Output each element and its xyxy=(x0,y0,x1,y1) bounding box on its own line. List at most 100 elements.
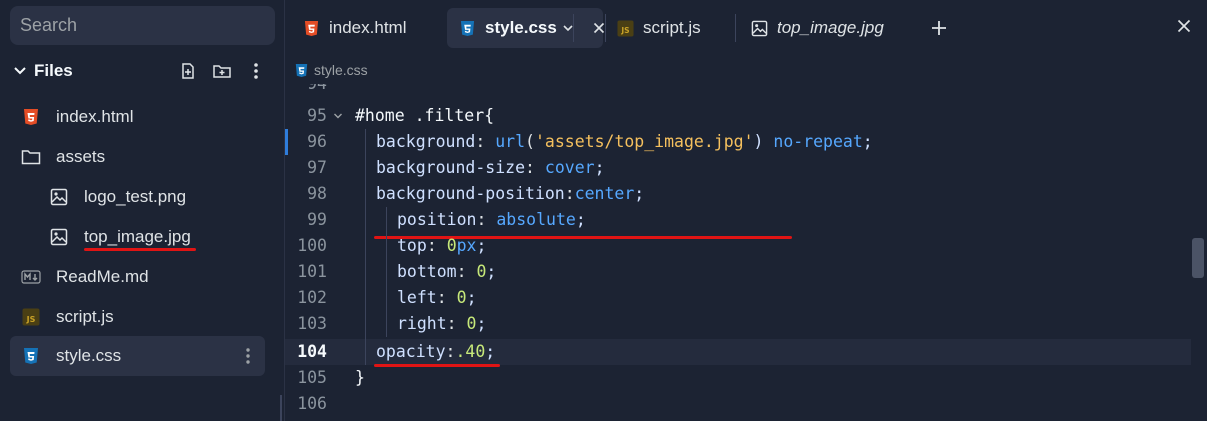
files-title: Files xyxy=(34,61,73,80)
tree-item-readme-md[interactable]: ReadMe.md xyxy=(10,257,265,297)
tree-item-top-image-jpg[interactable]: top_image.jpg xyxy=(10,217,265,257)
js-icon: JS xyxy=(615,18,635,38)
files-section-header[interactable]: Files xyxy=(10,56,270,86)
code-text: opacity:.40; xyxy=(376,342,496,361)
tab-divider xyxy=(573,14,574,42)
code-line-current: 104 opacity:.40; xyxy=(285,339,1191,365)
code-line: 105 } xyxy=(285,365,1207,391)
resize-handle[interactable] xyxy=(280,395,282,421)
code-line: 97 background-size: cover; xyxy=(285,155,1207,181)
code-line: 103 right: 0; xyxy=(285,311,1207,337)
line-number: 102 xyxy=(297,288,327,307)
tree-item-script-js[interactable]: JS script.js xyxy=(10,297,265,337)
line-number: 106 xyxy=(297,394,327,413)
image-icon xyxy=(48,226,70,248)
code-text: left: 0; xyxy=(397,288,477,307)
tab-script-js[interactable]: JS script.js xyxy=(605,8,711,48)
image-icon xyxy=(48,186,70,208)
code-line: 102 left: 0; xyxy=(285,285,1207,311)
vertical-scrollbar-thumb[interactable] xyxy=(1192,238,1204,278)
code-line: 95 #home .filter{ xyxy=(285,103,1207,129)
code-line: 98 background-position:center; xyxy=(285,181,1207,207)
code-line: 106 xyxy=(285,391,1207,417)
pane-close-button[interactable] xyxy=(1172,14,1196,38)
tab-label: style.css xyxy=(485,18,557,37)
tab-divider xyxy=(735,14,736,42)
code-text: } xyxy=(355,368,365,387)
tab-style-css[interactable]: style.css xyxy=(447,8,603,48)
code-line: 99 position: absolute; xyxy=(285,207,1207,233)
code-text: #home .filter{ xyxy=(355,106,495,125)
tree-item-style-css[interactable]: style.css xyxy=(10,336,265,376)
code-line: 94 xyxy=(285,84,1207,97)
line-number: 95 xyxy=(307,106,327,125)
tab-label: script.js xyxy=(643,18,701,37)
code-text: top: 0px; xyxy=(397,236,487,255)
chevron-down-icon[interactable] xyxy=(333,111,343,121)
tree-item-logo-test-png[interactable]: logo_test.png xyxy=(10,177,265,217)
line-number: 98 xyxy=(307,184,327,203)
indent-guide xyxy=(386,207,387,337)
tree-item-index-html[interactable]: index.html xyxy=(10,97,265,137)
tab-top-image-jpg[interactable]: top_image.jpg xyxy=(739,8,894,48)
chevron-down-icon[interactable] xyxy=(563,23,573,33)
kebab-menu-icon xyxy=(254,63,258,79)
code-text: background-position:center; xyxy=(376,184,645,203)
code-text: bottom: 0; xyxy=(397,262,497,281)
new-file-button[interactable] xyxy=(174,57,202,85)
editor-pane: index.html style.css JS script.js top_im… xyxy=(284,0,1207,421)
tree-item-assets-folder[interactable]: assets xyxy=(10,137,265,177)
line-number: 97 xyxy=(307,158,327,177)
plus-icon xyxy=(932,21,946,35)
tree-item-label: top_image.jpg xyxy=(84,227,191,246)
line-number: 104 xyxy=(297,342,327,361)
new-file-icon xyxy=(182,63,194,79)
line-number: 101 xyxy=(297,262,327,281)
new-folder-button[interactable] xyxy=(208,57,236,85)
breadcrumb-file[interactable]: style.css xyxy=(314,62,368,78)
code-editor[interactable]: 94 95 #home .filter{ 96 background: url(… xyxy=(285,84,1207,421)
breadcrumb: style.css xyxy=(285,56,1207,84)
indent-guide xyxy=(365,129,366,365)
line-number: 94 xyxy=(285,84,327,97)
tab-index-html[interactable]: index.html xyxy=(291,8,416,48)
js-icon: JS xyxy=(20,306,42,328)
tree-item-label: ReadMe.md xyxy=(56,267,149,286)
kebab-menu-icon xyxy=(246,348,250,364)
folder-icon xyxy=(20,146,42,168)
tree-item-label: script.js xyxy=(56,307,114,326)
html5-icon xyxy=(20,106,42,128)
close-icon xyxy=(1177,19,1191,33)
tree-item-label: index.html xyxy=(56,107,134,126)
tree-item-label: style.css xyxy=(56,346,122,365)
css3-icon xyxy=(457,18,477,38)
code-text: background: url('assets/top_image.jpg') … xyxy=(376,132,873,151)
tree-item-label: logo_test.png xyxy=(84,187,187,206)
svg-text:JS: JS xyxy=(620,26,629,35)
code-text: background-size: cover; xyxy=(376,158,605,177)
code-line: 96 background: url('assets/top_image.jpg… xyxy=(285,129,1207,155)
tab-label: index.html xyxy=(329,18,407,37)
chevron-down-icon[interactable] xyxy=(10,61,30,81)
files-more-button[interactable] xyxy=(242,57,270,85)
code-line: 100 top: 0px; xyxy=(285,233,1207,259)
search-input[interactable]: Search xyxy=(10,6,275,45)
code-text: position: absolute; xyxy=(397,210,586,229)
markdown-icon xyxy=(20,266,42,288)
svg-text:JS: JS xyxy=(26,315,36,324)
tree-item-label: assets xyxy=(56,147,106,166)
close-icon xyxy=(593,22,605,34)
css3-icon xyxy=(20,345,42,367)
line-number: 96 xyxy=(307,132,327,151)
line-number: 103 xyxy=(297,314,327,333)
code-line: 101 bottom: 0; xyxy=(285,259,1207,285)
line-number: 105 xyxy=(297,368,327,387)
line-number: 100 xyxy=(297,236,327,255)
tab-bar: index.html style.css JS script.js top_im… xyxy=(285,0,1207,56)
new-folder-icon xyxy=(213,65,231,78)
file-more-button[interactable] xyxy=(237,345,259,367)
add-tab-button[interactable] xyxy=(927,16,951,40)
file-explorer-sidebar: Search Files index.html assets logo_test… xyxy=(0,0,280,421)
code-text: right: 0; xyxy=(397,314,487,333)
red-annotation-underline xyxy=(84,248,196,251)
